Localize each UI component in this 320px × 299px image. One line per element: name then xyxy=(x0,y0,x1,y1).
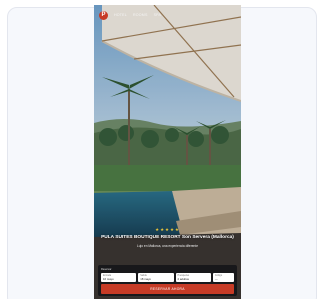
hotel-title: PULA SUITES BOUTIQUE RESORT Son Servera … xyxy=(101,235,234,240)
nav-item-rooms[interactable]: ROOMS xyxy=(133,13,148,17)
checkin-value: 16 mayo xyxy=(103,276,114,281)
book-now-button[interactable]: RESERVAR AHORA xyxy=(101,284,234,294)
top-navigation: P HOTEL ROOMS SPA xyxy=(94,5,241,25)
mobile-preview: P HOTEL ROOMS SPA ★★★★★ PULA SUITES BOUT… xyxy=(94,5,241,299)
hotel-subtitle: Lujo en Mallorca, una experiencia difere… xyxy=(137,244,198,249)
checkin-field[interactable]: Entrada 16 mayo xyxy=(101,273,137,282)
nav-item-hotel[interactable]: HOTEL xyxy=(114,13,127,17)
checkout-value: 18 mayo xyxy=(140,276,151,281)
hero-image xyxy=(94,5,241,299)
hero-text: ★★★★★ PULA SUITES BOUTIQUE RESORT Son Se… xyxy=(94,227,241,248)
guests-field[interactable]: Huéspedes 2 adultos xyxy=(175,273,211,282)
nav-item-spa[interactable]: SPA xyxy=(154,13,162,17)
brand-logo[interactable]: P xyxy=(99,10,108,20)
checkout-field[interactable]: Salida 18 mayo xyxy=(138,273,174,282)
booking-widget: Reservar Entrada 16 mayo Salida 18 mayo … xyxy=(98,265,237,296)
brand-logo-letter: P xyxy=(101,12,106,18)
promo-code-value: — xyxy=(214,276,218,281)
booking-fields: Entrada 16 mayo Salida 18 mayo Huéspedes… xyxy=(101,273,234,282)
promo-code-field[interactable]: Código — xyxy=(212,273,234,282)
booking-label: Reservar xyxy=(101,268,112,271)
rating-stars-icon: ★★★★★ xyxy=(155,227,180,232)
guests-value: 2 adultos xyxy=(177,276,189,281)
